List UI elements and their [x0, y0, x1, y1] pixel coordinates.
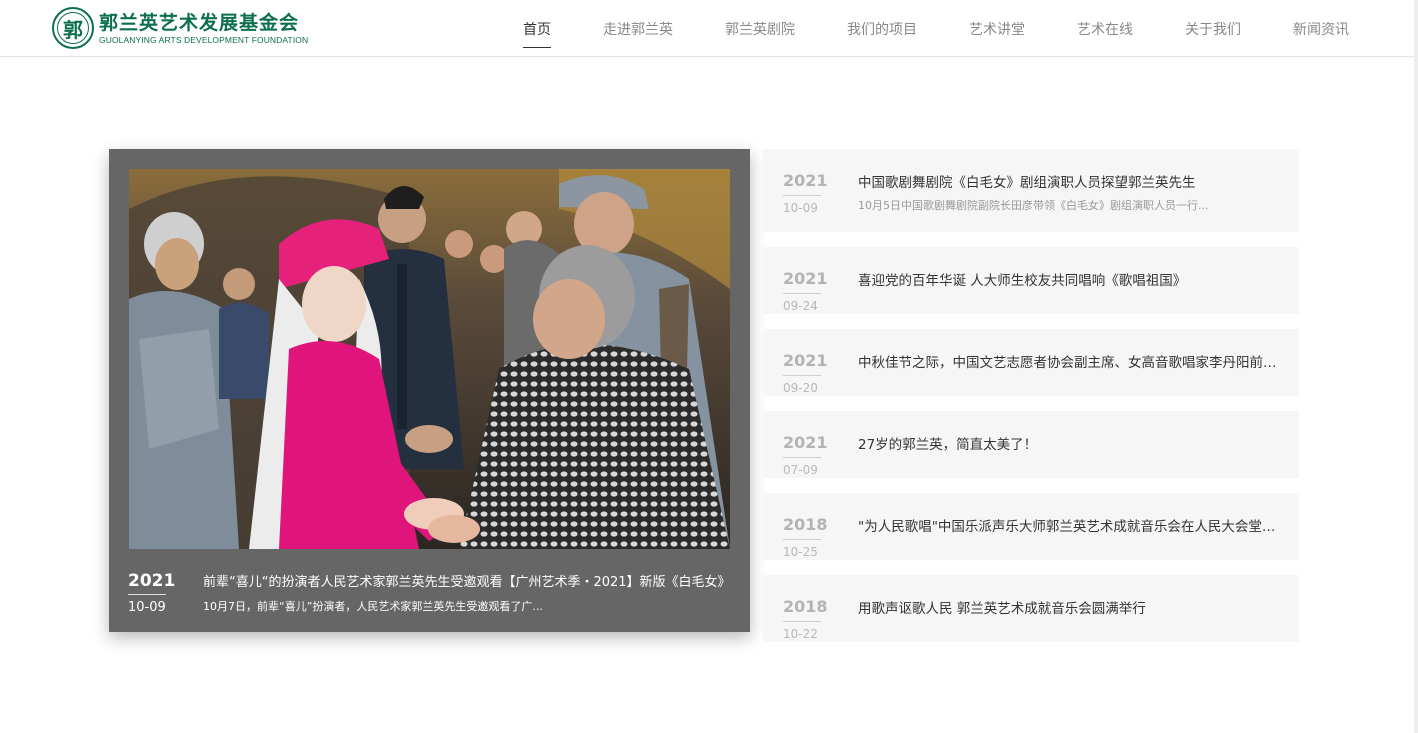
nav-art-online[interactable]: 艺术在线 [1077, 19, 1133, 39]
news-item[interactable]: 2021 09-20 中秋佳节之际，中国文艺志愿者协会副主席、女高音歌唱家李丹阳… [763, 329, 1299, 396]
featured-title[interactable]: 前辈“喜儿“的扮演者人民艺术家郭兰英先生受邀观看【广州艺术季・2021】新版《白… [203, 571, 731, 590]
news-title[interactable]: 用歌声讴歌人民 郭兰英艺术成就音乐会圆满举行 [858, 597, 1278, 617]
news-date-divider [783, 195, 821, 196]
news-date: 07-09 [783, 463, 818, 477]
site-header: 郭 郭兰英艺术发展基金会 GUOLANYING ARTS DEVELOPMENT… [0, 0, 1418, 57]
news-date-divider [783, 457, 821, 458]
featured-photo-illustration [129, 169, 730, 549]
featured-photo[interactable] [129, 169, 730, 549]
logo-text: 郭兰英艺术发展基金会 GUOLANYING ARTS DEVELOPMENT F… [99, 11, 308, 46]
news-title[interactable]: 中国歌剧舞剧院《白毛女》剧组演职人员探望郭兰英先生 [858, 171, 1278, 191]
news-date: 10-09 [783, 201, 818, 215]
news-title[interactable]: 喜迎党的百年华诞 人大师生校友共同唱响《歌唱祖国》 [858, 269, 1278, 289]
site-logo[interactable]: 郭 郭兰英艺术发展基金会 GUOLANYING ARTS DEVELOPMENT… [52, 7, 308, 49]
page-scrollbar[interactable] [1414, 0, 1418, 733]
news-date-divider [783, 621, 821, 622]
featured-news-card[interactable]: 2021 10-09 前辈“喜儿“的扮演者人民艺术家郭兰英先生受邀观看【广州艺术… [109, 149, 750, 632]
news-title[interactable]: 27岁的郭兰英，简直太美了！ [858, 433, 1278, 453]
nav-about-us[interactable]: 关于我们 [1185, 19, 1241, 39]
news-date-divider [783, 293, 821, 294]
nav-news[interactable]: 新闻资讯 [1293, 19, 1349, 39]
news-description: 10月5日中国歌剧舞剧院副院长田彦带领《白毛女》剧组演职人员一行... [858, 199, 1209, 212]
nav-home[interactable]: 首页 [523, 19, 551, 48]
news-date-divider [783, 539, 821, 540]
news-year: 2021 [783, 269, 828, 288]
news-item[interactable]: 2018 10-22 用歌声讴歌人民 郭兰英艺术成就音乐会圆满举行 [763, 575, 1299, 642]
news-date: 10-22 [783, 627, 818, 641]
brand-name-en: GUOLANYING ARTS DEVELOPMENT FOUNDATION [99, 34, 309, 45]
news-date-divider [783, 375, 821, 376]
nav-art-lectures[interactable]: 艺术讲堂 [969, 19, 1025, 39]
brand-name-cn: 郭兰英艺术发展基金会 [99, 11, 300, 34]
nav-projects[interactable]: 我们的项目 [847, 19, 917, 39]
news-date: 10-25 [783, 545, 818, 559]
seal-char: 郭 [63, 17, 83, 42]
news-year: 2018 [783, 515, 828, 534]
news-item[interactable]: 2021 09-24 喜迎党的百年华诞 人大师生校友共同唱响《歌唱祖国》 [763, 247, 1299, 314]
news-year: 2021 [783, 351, 828, 370]
featured-date: 10-09 [128, 600, 166, 615]
news-item[interactable]: 2021 10-09 中国歌剧舞剧院《白毛女》剧组演职人员探望郭兰英先生 10月… [763, 149, 1299, 232]
news-title[interactable]: "为人民歌唱"中国乐派声乐大师郭兰英艺术成就音乐会在人民大会堂隆重举行 [858, 515, 1278, 535]
featured-date-divider [128, 594, 166, 595]
nav-theater[interactable]: 郭兰英剧院 [725, 19, 795, 39]
news-item[interactable]: 2018 10-25 "为人民歌唱"中国乐派声乐大师郭兰英艺术成就音乐会在人民大… [763, 493, 1299, 560]
featured-year: 2021 [128, 571, 176, 591]
news-year: 2018 [783, 597, 828, 616]
news-title[interactable]: 中秋佳节之际，中国文艺志愿者协会副主席、女高音歌唱家李丹阳前往探望郭兰英先生 [858, 351, 1278, 371]
featured-description: 10月7日，前辈“喜儿”扮演者，人民艺术家郭兰英先生受邀观看了广... [203, 600, 543, 613]
news-item[interactable]: 2021 07-09 27岁的郭兰英，简直太美了！ [763, 411, 1299, 478]
news-date: 09-20 [783, 381, 818, 395]
seal-logo-icon: 郭 [52, 7, 94, 49]
nav-about-guolanying[interactable]: 走进郭兰英 [603, 19, 673, 39]
news-date: 09-24 [783, 299, 818, 313]
news-year: 2021 [783, 433, 828, 452]
news-year: 2021 [783, 171, 828, 190]
